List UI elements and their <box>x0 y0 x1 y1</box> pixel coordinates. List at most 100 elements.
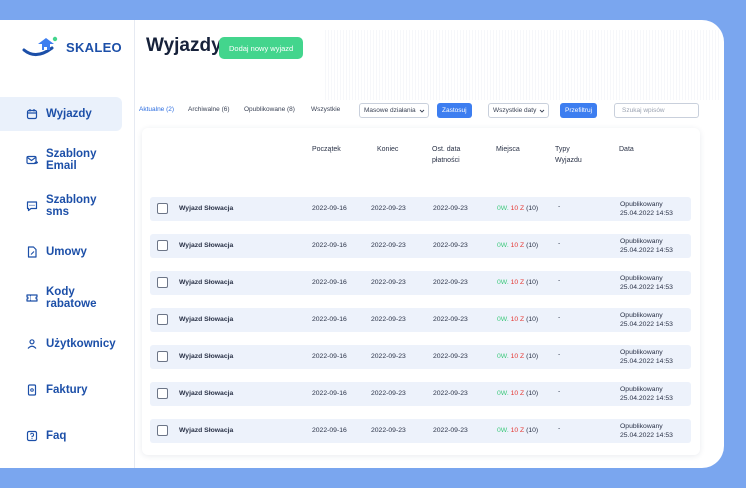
status-date: 25.04.2022 14:53 <box>620 210 673 217</box>
trip-payment-date: 2022-09-23 <box>433 242 468 249</box>
sidebar-item-szablony-email[interactable]: Szablony Email <box>0 143 122 177</box>
row-checkbox[interactable] <box>157 351 168 362</box>
trip-name[interactable]: Wyjazd Słowacja <box>179 316 233 323</box>
search-input[interactable]: Szukaj wpisów <box>614 103 699 118</box>
places-taken: 10 Z <box>510 242 525 249</box>
table-row[interactable]: Wyjazd Słowacja 2022-09-16 2022-09-23 20… <box>150 419 691 443</box>
places-total: (10) <box>526 353 539 360</box>
trip-type: - <box>558 388 561 395</box>
places-free: 0W. <box>497 316 509 323</box>
trip-type: - <box>558 240 561 247</box>
tab-wszystkie[interactable]: Wszystkie <box>311 106 340 113</box>
trip-places: 0W. 10 Z (10) <box>497 353 538 360</box>
table-row[interactable]: Wyjazd Słowacja 2022-09-16 2022-09-23 20… <box>150 382 691 406</box>
trip-status: Opublikowany 25.04.2022 14:53 <box>620 422 673 440</box>
trip-name[interactable]: Wyjazd Słowacja <box>179 427 233 434</box>
chevron-down-icon <box>419 109 424 113</box>
places-total: (10) <box>526 242 539 249</box>
sidebar-item-faq[interactable]: Faq <box>0 419 122 453</box>
places-free: 0W. <box>497 242 509 249</box>
places-free: 0W. <box>497 427 509 434</box>
trip-name[interactable]: Wyjazd Słowacja <box>179 279 233 286</box>
trip-places: 0W. 10 Z (10) <box>497 427 538 434</box>
bulk-actions-value: Masowe działania <box>364 107 416 114</box>
table-row[interactable]: Wyjazd Słowacja 2022-09-16 2022-09-23 20… <box>150 234 691 258</box>
column-header-end[interactable]: Koniec <box>377 144 398 155</box>
status-date: 25.04.2022 14:53 <box>620 395 673 402</box>
trip-status: Opublikowany 25.04.2022 14:53 <box>620 311 673 329</box>
add-trip-button[interactable]: Dodaj nowy wyjazd <box>219 37 304 59</box>
trip-end: 2022-09-23 <box>371 279 406 286</box>
column-header-date[interactable]: Data <box>619 144 634 155</box>
table-row[interactable]: Wyjazd Słowacja 2022-09-16 2022-09-23 20… <box>150 345 691 369</box>
sidebar-item-label: Kody rabatowe <box>46 286 97 310</box>
trip-end: 2022-09-23 <box>371 353 406 360</box>
sidebar-item-label: Szablony sms <box>46 194 97 218</box>
places-taken: 10 Z <box>510 427 525 434</box>
row-checkbox[interactable] <box>157 388 168 399</box>
status-date: 25.04.2022 14:53 <box>620 284 673 291</box>
table-row[interactable]: Wyjazd Słowacja 2022-09-16 2022-09-23 20… <box>150 308 691 332</box>
row-checkbox[interactable] <box>157 314 168 325</box>
tab-opublikowane[interactable]: Opublikowane (8) <box>244 106 295 113</box>
table-row[interactable]: Wyjazd Słowacja 2022-09-16 2022-09-23 20… <box>150 197 691 221</box>
trip-payment-date: 2022-09-23 <box>433 316 468 323</box>
row-checkbox[interactable] <box>157 240 168 251</box>
bulk-actions-select[interactable]: Masowe działania <box>359 103 429 118</box>
sidebar-item-szablony-sms[interactable]: Szablony sms <box>0 189 122 223</box>
status-label: Opublikowany <box>620 349 663 356</box>
chevron-down-icon <box>540 109 545 113</box>
row-checkbox[interactable] <box>157 203 168 214</box>
sidebar-item-faktury[interactable]: Faktury <box>0 373 122 407</box>
places-free: 0W. <box>497 279 509 286</box>
trip-end: 2022-09-23 <box>371 205 406 212</box>
sidebar-item-kody-rabatowe[interactable]: Kody rabatowe <box>0 281 122 315</box>
trip-end: 2022-09-23 <box>371 427 406 434</box>
places-total: (10) <box>526 390 539 397</box>
status-label: Opublikowany <box>620 312 663 319</box>
sidebar-item-label: Wyjazdy <box>46 108 92 120</box>
filter-button[interactable]: Przefiltruj <box>560 103 598 118</box>
logo[interactable]: SKALEO <box>22 34 122 60</box>
tab-aktualne[interactable]: Aktualne (2) <box>139 106 174 113</box>
trip-type: - <box>558 425 561 432</box>
trip-name[interactable]: Wyjazd Słowacja <box>179 390 233 397</box>
calendar-icon <box>26 108 38 120</box>
column-header-start[interactable]: Początek <box>312 144 341 155</box>
sidebar-item-label: Faq <box>46 430 67 442</box>
column-header-places[interactable]: Miejsca <box>496 144 520 155</box>
trip-name[interactable]: Wyjazd Słowacja <box>179 242 233 249</box>
main-content: Wyjazdy Dodaj nowy wyjazd Aktualne (2) A… <box>135 20 724 468</box>
sidebar-item-label: Umowy <box>46 246 87 258</box>
column-header-payment[interactable]: Ost. data płatności <box>432 144 477 166</box>
dates-value: Wszystkie daty <box>493 107 537 114</box>
row-checkbox[interactable] <box>157 425 168 436</box>
trip-name[interactable]: Wyjazd Słowacja <box>179 205 233 212</box>
sidebar-item-umowy[interactable]: Umowy <box>0 235 122 269</box>
places-free: 0W. <box>497 390 509 397</box>
status-label: Opublikowany <box>620 201 663 208</box>
sidebar-item-label: Faktury <box>46 384 88 396</box>
app-name: SKALEO <box>66 39 122 55</box>
chat-icon <box>26 200 38 212</box>
trips-table: Początek Koniec Ost. data płatności Miej… <box>142 128 700 455</box>
trip-status: Opublikowany 25.04.2022 14:53 <box>620 348 673 366</box>
trip-places: 0W. 10 Z (10) <box>497 242 538 249</box>
sidebar-item-uzytkownicy[interactable]: Użytkownicy <box>0 327 122 361</box>
trip-end: 2022-09-23 <box>371 316 406 323</box>
places-taken: 10 Z <box>510 279 525 286</box>
trip-places: 0W. 10 Z (10) <box>497 205 538 212</box>
trip-payment-date: 2022-09-23 <box>433 279 468 286</box>
tab-archiwalne[interactable]: Archiwalne (6) <box>188 106 230 113</box>
places-taken: 10 Z <box>510 316 525 323</box>
trip-end: 2022-09-23 <box>371 242 406 249</box>
dates-select[interactable]: Wszystkie daty <box>488 103 550 118</box>
table-row[interactable]: Wyjazd Słowacja 2022-09-16 2022-09-23 20… <box>150 271 691 295</box>
column-header-types[interactable]: Typy Wyjazdu <box>555 144 590 166</box>
places-total: (10) <box>526 205 539 212</box>
trip-name[interactable]: Wyjazd Słowacja <box>179 353 233 360</box>
places-free: 0W. <box>497 353 509 360</box>
row-checkbox[interactable] <box>157 277 168 288</box>
sidebar-item-wyjazdy[interactable]: Wyjazdy <box>0 97 122 131</box>
apply-button[interactable]: Zastosuj <box>437 103 472 118</box>
